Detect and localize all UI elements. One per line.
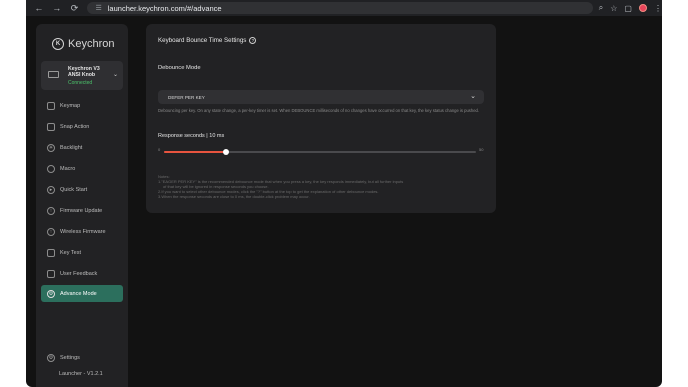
sidebar-item-label: Key Test: [60, 249, 81, 256]
slider-max-label: 50: [479, 147, 484, 152]
note-line: 3.When the response seconds are close to…: [158, 194, 310, 199]
sidebar-item-label: Macro: [60, 165, 76, 172]
app-version: Launcher - V1.2.1: [59, 371, 103, 377]
browser-toolbar: ← → ⟳ ☰ launcher.keychron.com/#/advance …: [26, 0, 662, 16]
debounce-mode-select[interactable]: DEFER PER KEY ⌄: [158, 90, 484, 104]
sidebar-item-label: Snap Action: [60, 123, 90, 130]
gear-icon: ⚙: [47, 353, 55, 362]
sidebar-item-user-feedback[interactable]: User Feedback: [41, 265, 123, 282]
advance-icon: ⚙: [47, 289, 55, 298]
chevron-down-icon: ⌄: [112, 72, 118, 78]
slider-fill: [164, 151, 227, 153]
slider-thumb[interactable]: [223, 148, 230, 155]
device-selector[interactable]: Keychron V3 ANSI Knob Connected ⌄: [41, 61, 123, 90]
sidebar-item-snap-action[interactable]: Snap Action: [41, 118, 123, 135]
site-info-icon[interactable]: ☰: [95, 4, 101, 12]
profile-avatar[interactable]: [638, 4, 647, 12]
sidebar-item-keymap[interactable]: Keymap: [41, 97, 123, 114]
zoom-icon[interactable]: ⌕: [599, 3, 603, 13]
snap-action-icon: [47, 122, 55, 131]
macro-icon: [47, 164, 55, 173]
mode-description: Debouncing per key. On any state change,…: [158, 108, 480, 113]
keychron-logo-icon: K: [52, 38, 64, 50]
keyboard-icon: [48, 71, 59, 78]
sidebar: K Keychron Keychron V3 ANSI Knob Connect…: [36, 24, 128, 387]
sidebar-item-label: Keymap: [60, 102, 81, 109]
brand-name: Keychron: [68, 38, 115, 50]
sidebar-item-label: Settings: [60, 354, 80, 361]
debounce-mode-label: Debounce Mode: [158, 65, 201, 71]
brand-logo: K Keychron: [52, 38, 114, 50]
feedback-icon: [47, 269, 55, 278]
forward-icon[interactable]: →: [48, 3, 66, 13]
page-title: Keyboard Bounce Time Settings: [158, 37, 247, 44]
response-seconds-label: Response seconds | 10 ms: [158, 133, 225, 139]
url-text: launcher.keychron.com/#/advance: [107, 3, 222, 13]
back-icon[interactable]: ←: [30, 3, 48, 13]
sidebar-item-wireless-firmware[interactable]: ↑ Wireless Firmware: [41, 223, 123, 240]
help-icon[interactable]: ?: [249, 37, 257, 44]
sidebar-item-firmware-update[interactable]: ↑ Firmware Update: [41, 202, 123, 219]
sidebar-item-key-test[interactable]: Key Test: [41, 244, 123, 261]
backlight-icon: ☀: [47, 143, 55, 152]
sidebar-item-label: Backlight: [60, 144, 83, 151]
key-test-icon: [47, 248, 55, 257]
address-bar[interactable]: ☰ launcher.keychron.com/#/advance: [87, 2, 593, 14]
wireless-icon: ↑: [47, 227, 55, 236]
sidebar-item-label: Quick Start: [60, 186, 88, 193]
debounce-settings-panel: Keyboard Bounce Time Settings ? Debounce…: [146, 24, 496, 213]
firmware-icon: ↑: [47, 206, 55, 215]
bookmark-star-icon[interactable]: ☆: [610, 4, 617, 13]
response-slider[interactable]: [164, 148, 476, 155]
sidebar-item-label: Advance Mode: [60, 290, 97, 297]
panel-title: Keyboard Bounce Time Settings ?: [158, 37, 257, 44]
chevron-down-icon: ⌄: [470, 93, 476, 100]
keymap-icon: [47, 101, 55, 110]
reload-icon[interactable]: ⟳: [66, 3, 84, 14]
notes: Notes: 1."EAGER PER KEY" is the recommen…: [158, 174, 488, 199]
sidebar-item-label: Firmware Update: [60, 207, 103, 214]
sidebar-item-label: Wireless Firmware: [60, 228, 106, 235]
sidebar-item-quick-start[interactable]: ▸ Quick Start: [41, 181, 123, 198]
quick-start-icon: ▸: [47, 185, 55, 194]
selected-mode: DEFER PER KEY: [168, 94, 205, 100]
sidebar-item-advance-mode[interactable]: ⚙ Advance Mode: [41, 285, 123, 302]
device-name: Keychron V3 ANSI Knob: [68, 66, 100, 78]
sidebar-item-settings[interactable]: ⚙ Settings: [41, 349, 123, 366]
browser-menu-icon[interactable]: ⋮: [654, 4, 662, 13]
device-status: Connected: [68, 80, 93, 86]
slider-min-label: 0: [158, 147, 161, 152]
browser-window: ← → ⟳ ☰ launcher.keychron.com/#/advance …: [26, 0, 662, 387]
sidebar-item-backlight[interactable]: ☀ Backlight: [41, 139, 123, 156]
extensions-icon[interactable]: ▢: [624, 4, 632, 13]
sidebar-item-macro[interactable]: Macro: [41, 160, 123, 177]
sidebar-item-label: User Feedback: [60, 270, 98, 277]
